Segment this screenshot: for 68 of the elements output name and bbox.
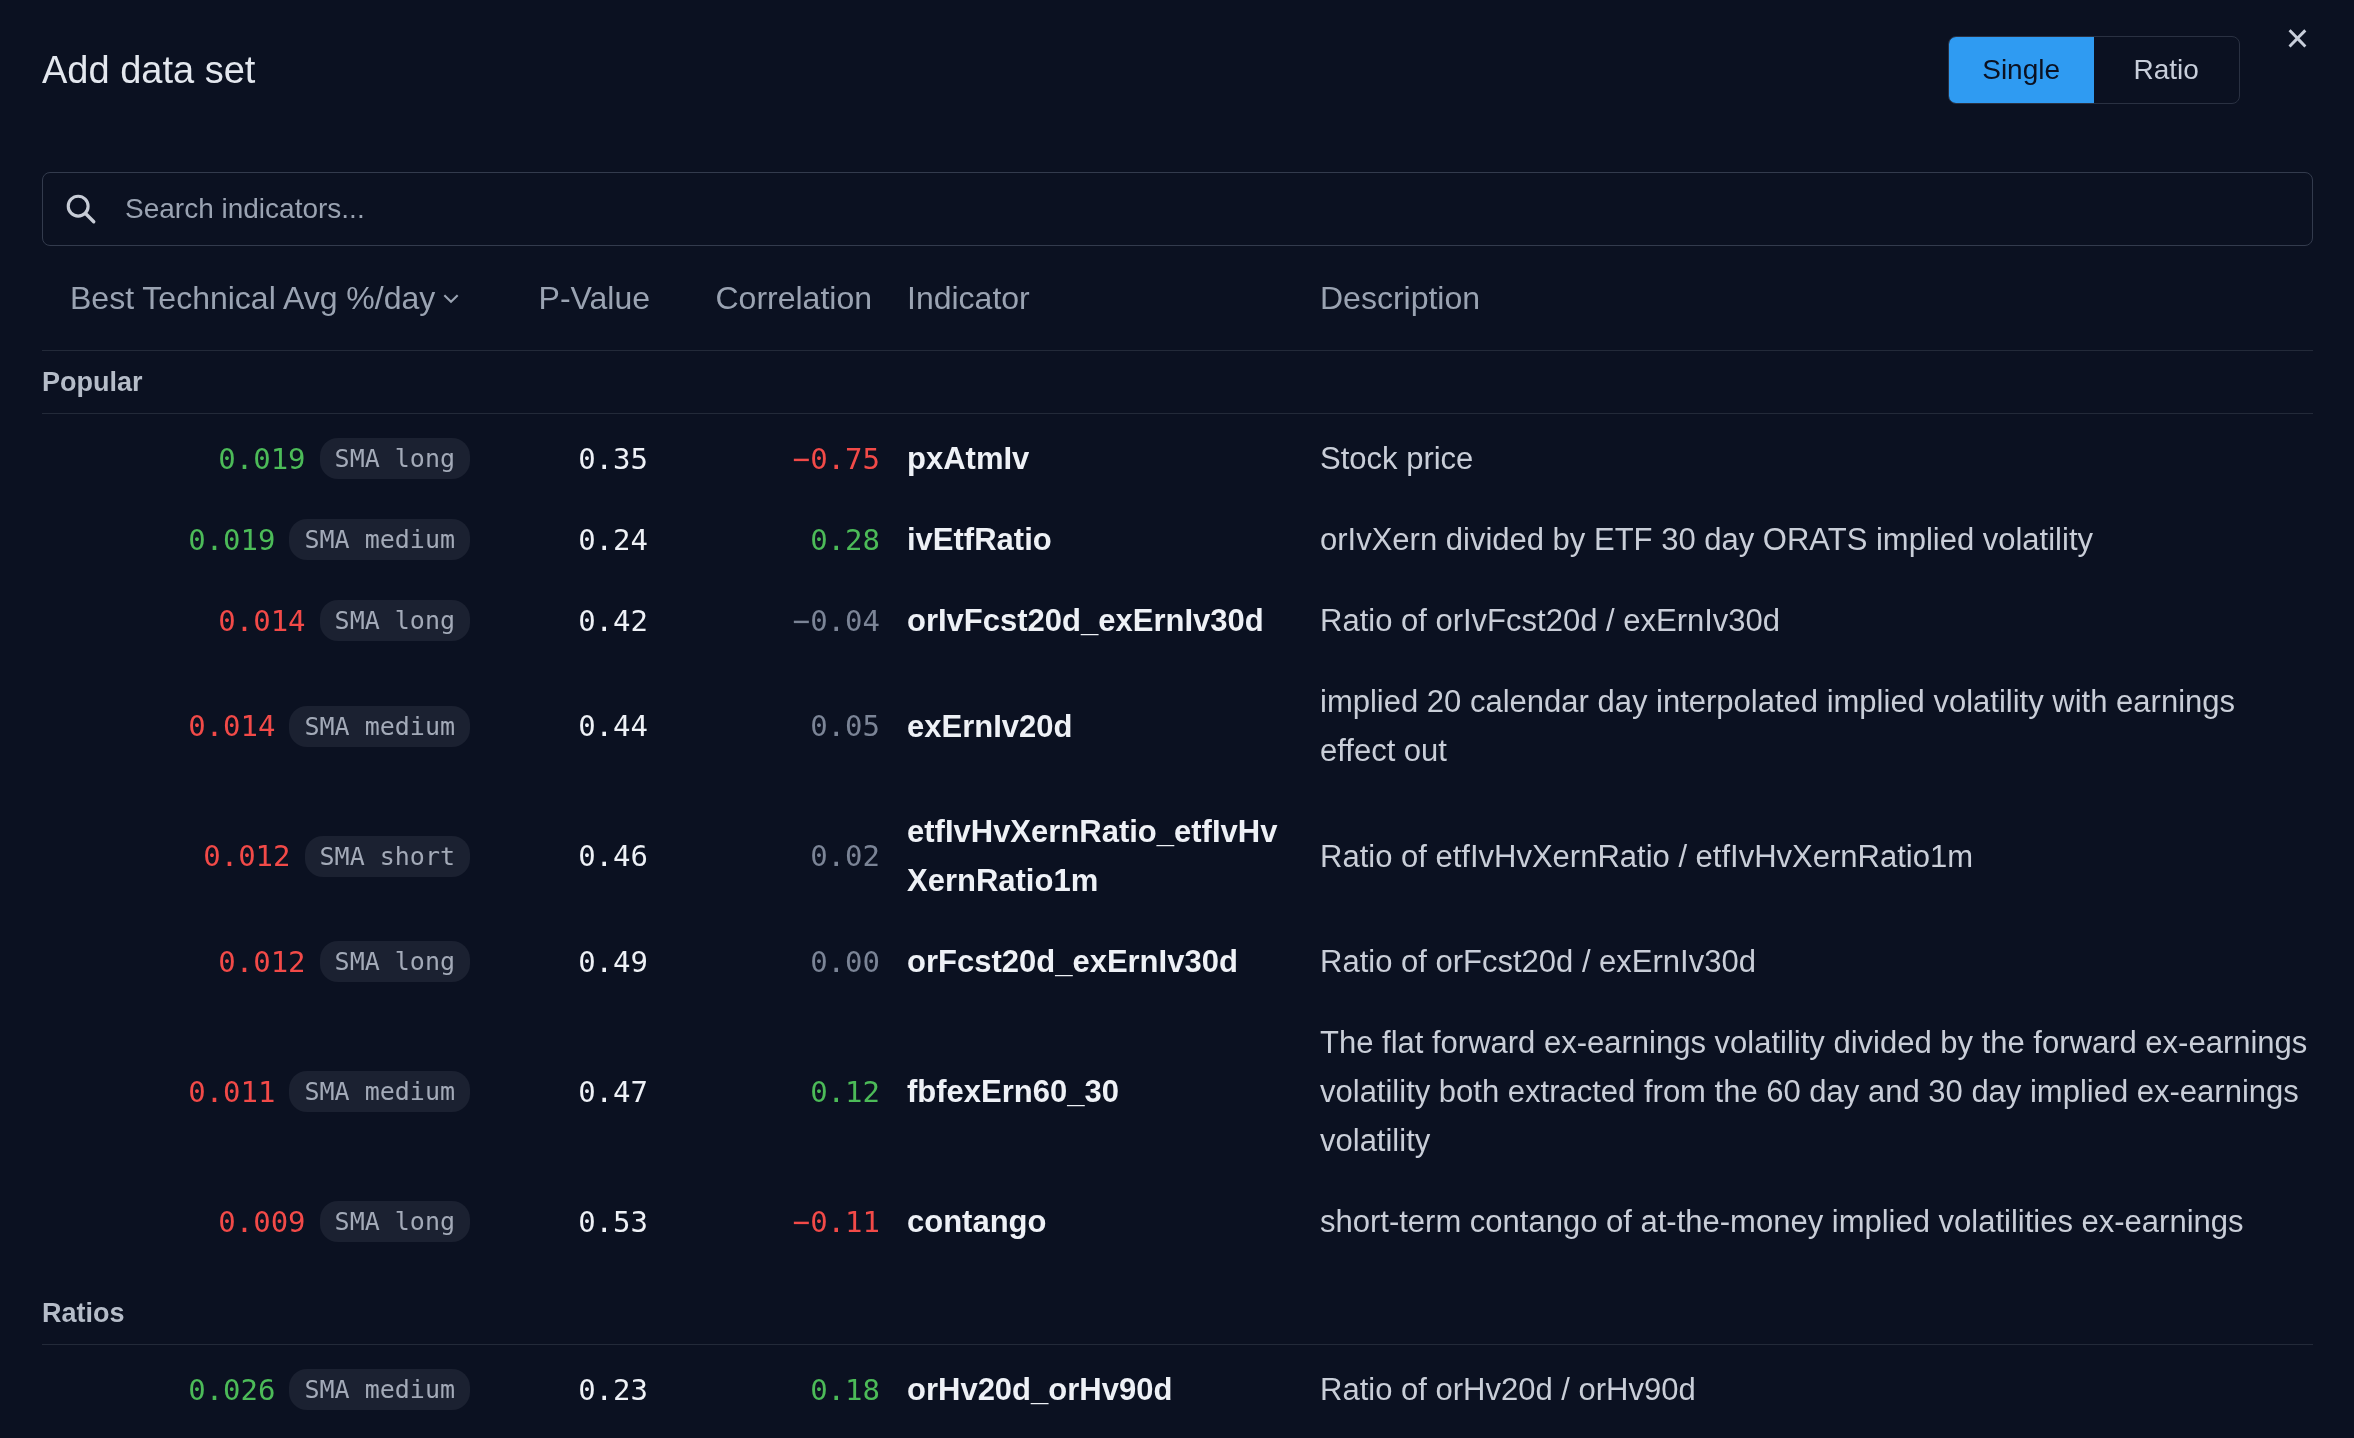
p-value: 0.53 [578,1204,648,1239]
indicator-name[interactable]: exErnIv20d [907,701,1282,751]
avg-value: 0.009 [218,1204,306,1239]
indicator-description: Ratio of etfIvHvXernRatio / etfIvHvXernRatio1m [1320,837,1974,876]
indicator-name[interactable]: contango [907,1197,1282,1246]
method-tag: SMA long [319,438,470,479]
correlation-value: 0.18 [810,1372,880,1407]
correlation-value: 0.28 [810,522,880,557]
avg-value: 0.019 [218,441,306,476]
method-tag: SMA long [319,941,470,982]
p-value: 0.42 [578,603,648,638]
avg-value: 0.012 [218,944,306,979]
avg-value: 0.019 [188,522,276,557]
indicator-name[interactable]: pxAtmIv [907,434,1282,483]
correlation-value: −0.75 [792,441,880,476]
p-value: 0.23 [578,1372,648,1407]
indicator-description: implied 20 calendar day interpolated implied volatility with earnings effect out [1320,683,2236,770]
p-value: 0.44 [578,709,648,743]
section-title: Ratios [42,1282,2313,1345]
indicator-name[interactable]: orFcst20d_exErnIv30d [907,937,1282,986]
indicator-description: short-term contango of at-the-money implied volatilities ex-earnings [1320,1203,2245,1241]
correlation-value: 0.05 [810,709,880,743]
indicator-name[interactable]: fbfexErn60_30 [907,1067,1282,1116]
indicator-description: Ratio of orIvFcst20d / exErnIv30d [1320,602,1782,640]
method-tag: SMA short [304,835,470,877]
indicator-name[interactable]: orIvFcst20d_exErnIv30d [907,596,1282,645]
indicator-description: The flat forward ex-earnings volatility divided by the forward ex-earnings volatility both extracted from the 60 day and 30 day implied ex-earnings volatility [1320,1024,2309,1160]
indicator-name[interactable]: ivEtfRatio [907,515,1282,564]
indicator-description: Ratio of orFcst20d / exErnIv30d [1320,943,1757,981]
indicator-description: Stock price [1320,440,1475,478]
column-header[interactable]: Description [1320,279,1481,317]
correlation-value: 0.02 [810,839,880,873]
correlation-value: 0.00 [810,944,880,979]
p-value: 0.35 [578,441,648,476]
indicator-name[interactable]: etfIvHvXernRatio_etfIvHvXernRatio1m [907,807,1282,905]
column-header[interactable]: Correlation [715,279,872,317]
section-title: Popular [42,351,2313,414]
method-tag: SMA medium [289,1369,470,1410]
method-tag: SMA long [319,1201,470,1242]
p-value: 0.24 [578,522,648,557]
caret-icon [443,292,460,304]
avg-value: 0.011 [188,1074,276,1109]
method-tag: SMA medium [289,1071,470,1112]
column-header[interactable]: P-Value [538,279,650,317]
p-value: 0.49 [578,944,648,979]
p-value: 0.47 [578,1074,648,1109]
column-header[interactable]: Best Technical Avg %/day [70,279,460,317]
avg-value: 0.014 [188,709,276,743]
avg-value: 0.026 [188,1372,276,1407]
search-icon [64,192,98,226]
correlation-value: −0.04 [792,603,880,638]
avg-value: 0.014 [218,603,306,638]
dialog-title: Add data set [42,48,257,92]
column-header[interactable]: Indicator [907,279,1030,317]
mode-tab[interactable]: Ratio [2093,37,2239,103]
search-field[interactable]: Search indicators... [42,172,2313,246]
method-tag: SMA medium [289,705,470,747]
indicator-description: Ratio of orHv20d / orHv90d [1320,1371,1697,1409]
method-tag: SMA medium [289,519,470,560]
method-tag: SMA long [319,600,470,641]
correlation-value: −0.11 [792,1204,880,1239]
mode-tab[interactable]: Single [1948,37,2094,103]
avg-value: 0.012 [203,839,291,873]
indicator-description: orIvXern divided by ETF 30 day ORATS implied volatility [1320,521,2094,559]
indicator-name[interactable]: orHv20d_orHv90d [907,1365,1282,1414]
correlation-value: 0.12 [810,1074,880,1109]
close-button[interactable]: × [2281,18,2313,58]
p-value: 0.46 [578,839,648,873]
